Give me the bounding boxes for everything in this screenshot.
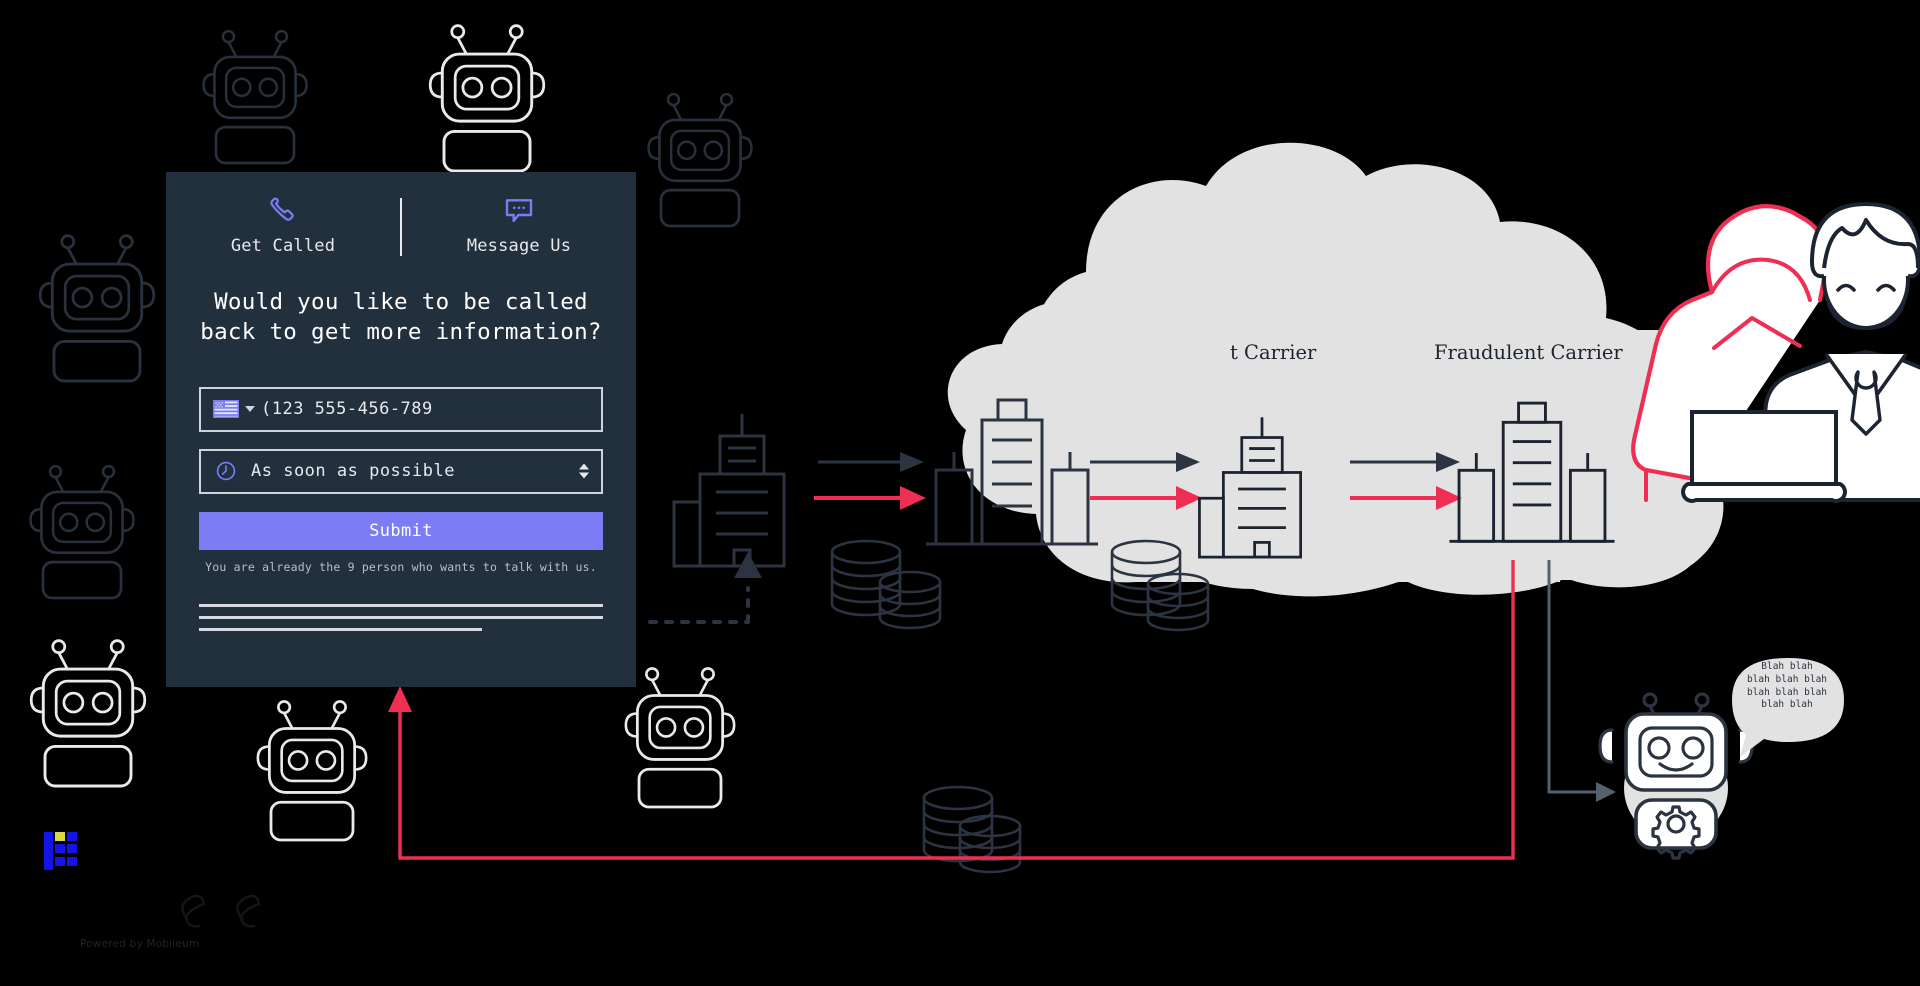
callback-time-value[interactable]: As soon as possible (251, 461, 455, 481)
select-stepper-icon[interactable] (579, 463, 589, 479)
tab-get-called[interactable]: Get Called (166, 194, 400, 264)
gear-icon (1651, 805, 1701, 860)
skeleton-placeholder (199, 603, 603, 631)
chevron-down-icon (579, 472, 589, 479)
coin-stack-icon (958, 814, 1022, 874)
speech-line-3: blah blah blah (1746, 686, 1828, 698)
coin-stack-icon (1110, 539, 1182, 617)
city-skyline-icon (924, 398, 1100, 546)
coin-stack-icon (830, 539, 902, 617)
cloud-shape (947, 142, 1724, 597)
speech-bubble-text: Blah blah blah blah blah blah blah blah … (1742, 661, 1832, 712)
chevron-down-icon[interactable] (245, 406, 255, 413)
decorative-glyphs (181, 894, 261, 928)
chat-bubble-icon (503, 194, 535, 228)
app-root: t Carrier Fraudulent Carrier Blah blah b… (0, 0, 1920, 986)
office-building-icon (672, 412, 786, 568)
headline-line-2: back to get more information? (200, 318, 602, 345)
dotted-feed-path (648, 552, 762, 624)
coin-stack-icon (1146, 572, 1210, 632)
speech-line-2: blah blah blah (1746, 673, 1828, 685)
robot-outline (624, 667, 736, 809)
office-building-icon (1198, 415, 1303, 559)
hacker-hooded-figure (1631, 204, 1829, 502)
tab-message-us-label: Message Us (466, 236, 572, 256)
skeleton-line (199, 627, 482, 631)
phone-input-row[interactable]: (123 555-456-789 (199, 386, 603, 432)
robot-outline (29, 464, 135, 600)
clock-icon (215, 460, 237, 482)
robot-outline (38, 234, 156, 383)
robot-outline (256, 700, 368, 842)
page-title: Would you like to be called back to get … (196, 288, 606, 348)
callback-time-select[interactable]: As soon as possible (199, 448, 603, 494)
us-flag-icon[interactable] (213, 400, 239, 419)
city-skyline-icon (1447, 401, 1617, 543)
label-fraudulent-carrier: Fraudulent Carrier (1434, 341, 1623, 364)
robot-outline (647, 92, 753, 228)
label-transit-carrier: t Carrier (1230, 341, 1317, 364)
speech-line-4: blah blah (1761, 699, 1813, 711)
robot-outline (428, 24, 546, 173)
powered-by-label: Powered by Mobileum (80, 938, 200, 950)
mobileum-logo (44, 832, 77, 870)
businessman-at-laptop (1681, 201, 1920, 503)
chevron-up-icon (579, 463, 589, 470)
callback-widget-card: Get Called Message Us Would you like to … (166, 172, 636, 687)
skeleton-line (199, 615, 603, 619)
phone-input[interactable]: (123 555-456-789 (261, 399, 433, 419)
submit-button[interactable]: Submit (199, 511, 603, 550)
phone-icon (267, 194, 299, 228)
coin-stack-icon (922, 785, 994, 863)
coin-stack-icon (878, 570, 942, 630)
robot-outline (202, 29, 308, 165)
fraud-arrow-icon (814, 486, 1462, 510)
tab-message-us[interactable]: Message Us (402, 194, 636, 264)
arrow-right-icon (818, 452, 1460, 472)
skeleton-line (199, 603, 603, 607)
chatbot-link-path (1547, 560, 1616, 802)
robot-outline (29, 639, 147, 788)
speech-line-1: Blah blah (1761, 661, 1813, 672)
widget-tabs: Get Called Message Us (166, 172, 636, 264)
headline-line-1: Would you like to be called (214, 289, 588, 315)
tab-get-called-label: Get Called (230, 236, 336, 256)
queue-position-note: You are already the 9 person who wants t… (205, 559, 597, 574)
